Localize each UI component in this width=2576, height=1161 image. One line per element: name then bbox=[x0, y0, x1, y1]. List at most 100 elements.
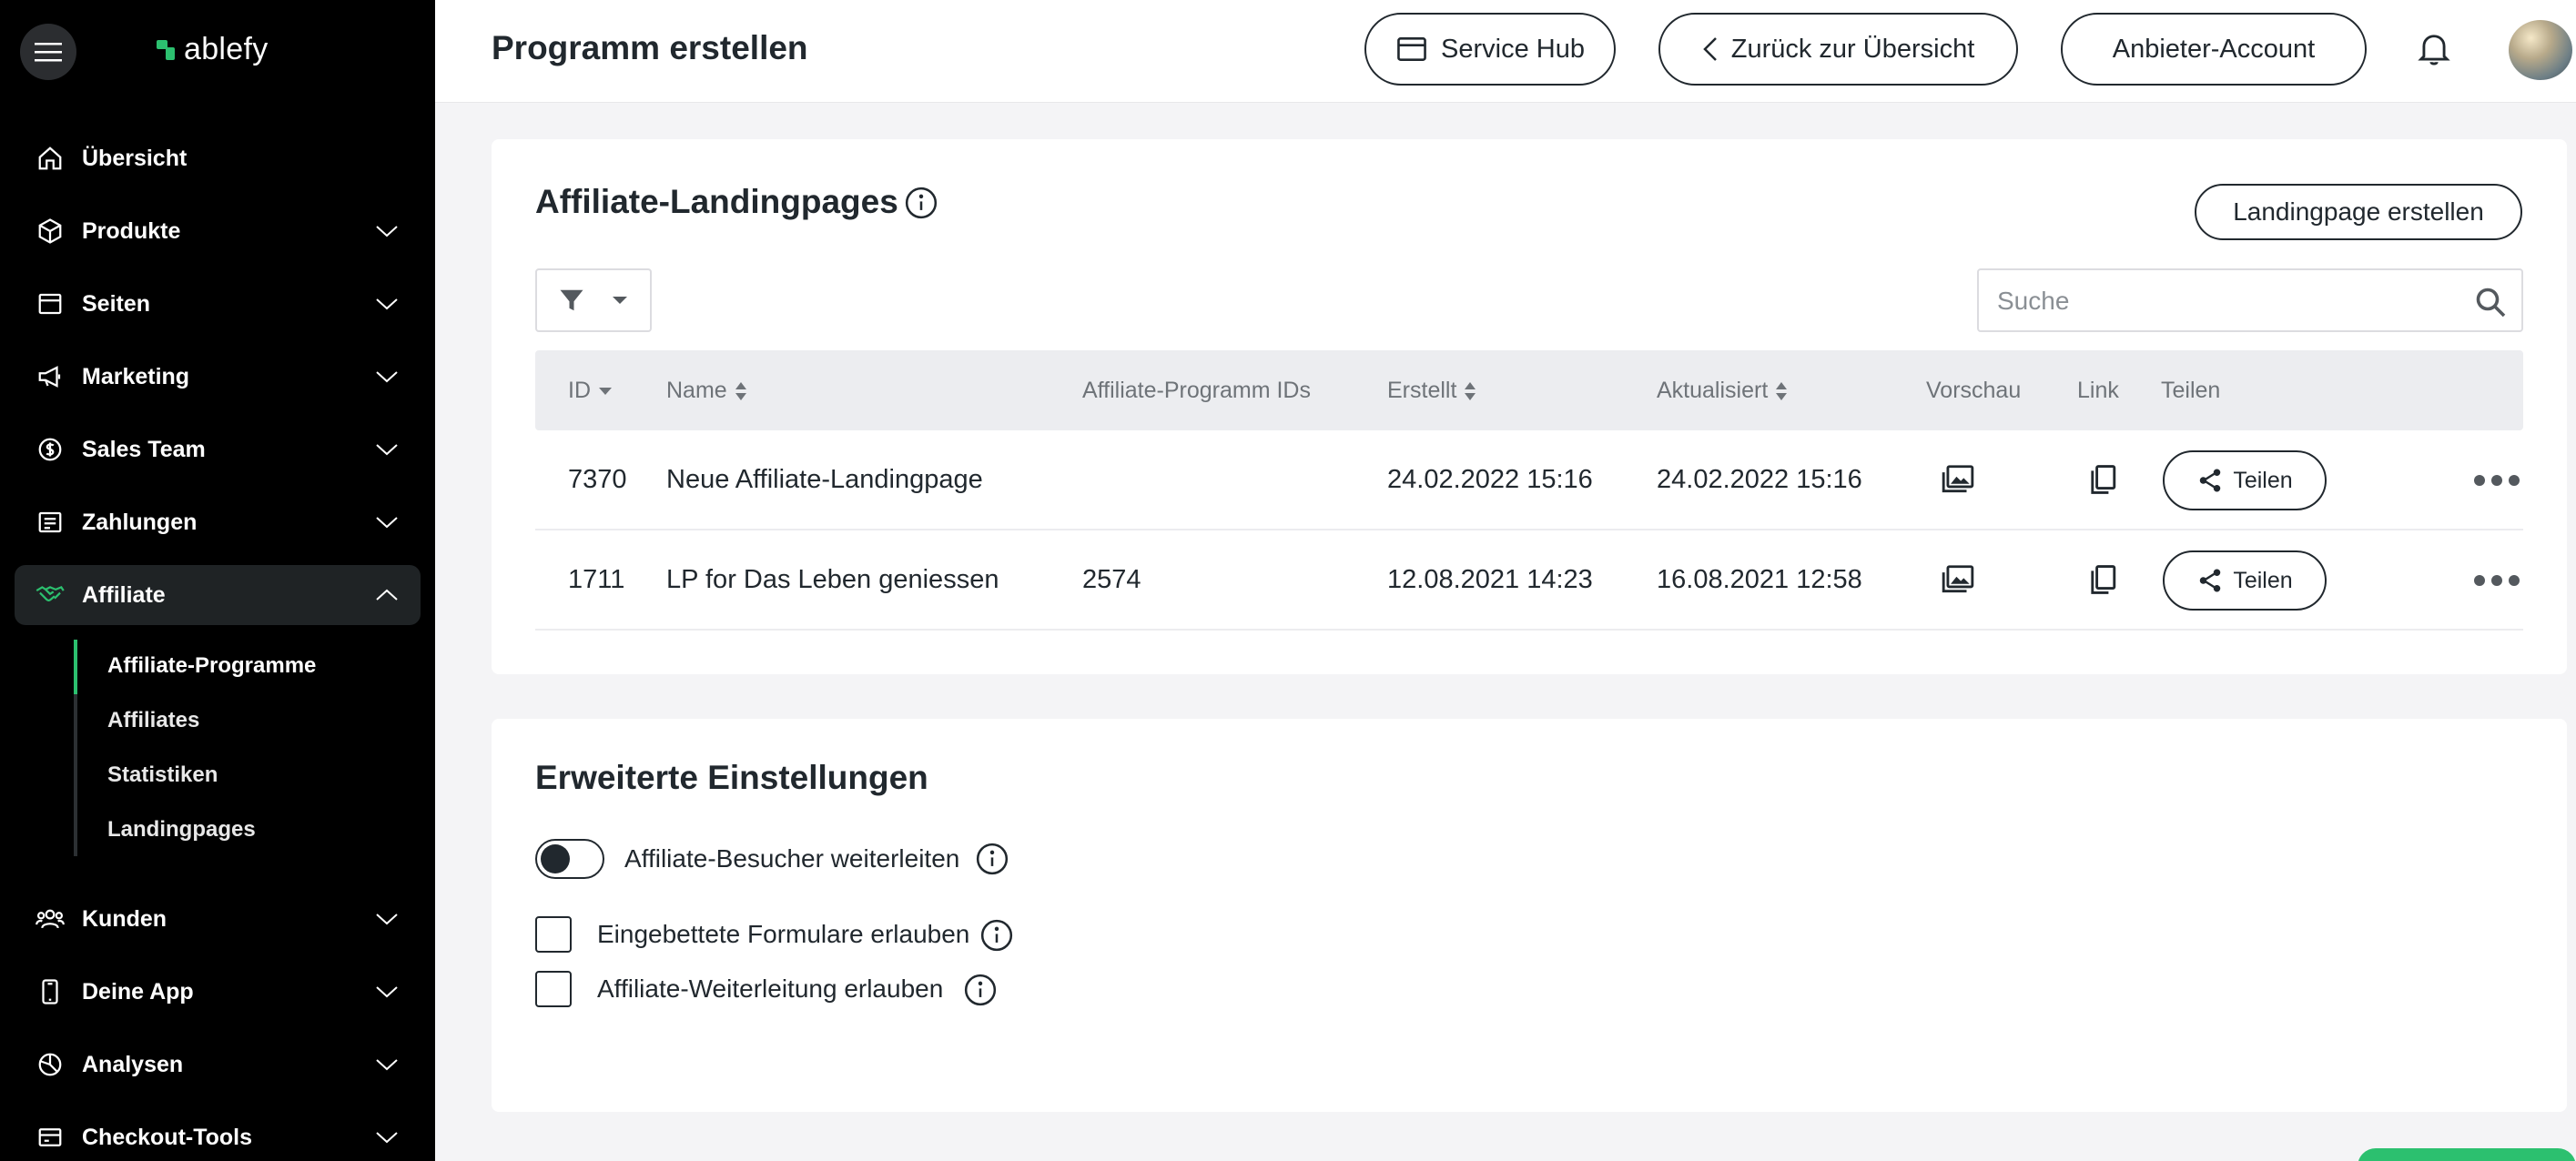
sidebar-item-label: Marketing bbox=[82, 363, 190, 389]
subnav-active-indicator bbox=[74, 640, 77, 694]
image-preview-icon[interactable] bbox=[1941, 563, 1975, 596]
sidebar-item-analysen[interactable]: Analysen bbox=[15, 1035, 421, 1095]
info-icon[interactable] bbox=[975, 842, 1009, 876]
cell-updated: 16.08.2021 12:58 bbox=[1657, 565, 1862, 594]
cell-created: 12.08.2021 14:23 bbox=[1387, 565, 1593, 594]
account-label: Anbieter-Account bbox=[2112, 34, 2316, 64]
bell-icon bbox=[2418, 35, 2450, 66]
column-updated-header[interactable]: Aktualisiert bbox=[1657, 378, 1788, 404]
subnav-item-affiliate-programme[interactable]: Affiliate-Programme bbox=[107, 653, 316, 679]
column-program-ids-header: Affiliate-Programm IDs bbox=[1082, 378, 1311, 404]
more-options-icon[interactable] bbox=[2474, 471, 2520, 490]
share-icon bbox=[2200, 469, 2221, 492]
column-created-header[interactable]: Erstellt bbox=[1387, 378, 1476, 404]
copy-link-icon[interactable] bbox=[2088, 463, 2117, 496]
service-hub-button[interactable]: Service Hub bbox=[1364, 13, 1616, 86]
more-options-icon[interactable] bbox=[2474, 571, 2520, 590]
logo[interactable]: ablefy bbox=[157, 32, 269, 67]
notifications-button[interactable] bbox=[2412, 27, 2456, 71]
chevron-left-icon bbox=[1702, 37, 1717, 61]
column-name-header[interactable]: Name bbox=[666, 378, 747, 404]
search-icon[interactable] bbox=[2474, 286, 2507, 318]
avatar[interactable] bbox=[2509, 20, 2572, 80]
sidebar-item-zahlungen[interactable]: Zahlungen bbox=[15, 492, 421, 552]
sidebar-item-uebersicht[interactable]: Übersicht bbox=[15, 128, 421, 188]
menu-toggle-button[interactable] bbox=[20, 24, 76, 80]
info-icon[interactable] bbox=[904, 186, 938, 220]
embedded-forms-checkbox[interactable] bbox=[535, 916, 572, 953]
column-id-header[interactable]: ID bbox=[568, 378, 613, 404]
sidebar-item-sales-team[interactable]: Sales Team bbox=[15, 419, 421, 480]
landingpages-title: Affiliate-Landingpages bbox=[535, 183, 898, 220]
sidebar-item-label: Kunden bbox=[82, 905, 167, 932]
receipt-icon bbox=[35, 507, 66, 538]
save-button[interactable] bbox=[2358, 1148, 2576, 1161]
column-link-header: Link bbox=[2077, 378, 2119, 404]
caret-down-icon bbox=[613, 297, 627, 304]
column-label: Affiliate-Programm IDs bbox=[1082, 378, 1311, 403]
column-label: ID bbox=[568, 378, 591, 403]
search-input[interactable] bbox=[1997, 283, 2452, 319]
sidebar-item-label: Checkout-Tools bbox=[82, 1124, 253, 1150]
chevron-down-icon bbox=[373, 509, 401, 536]
sidebar-item-produkte[interactable]: Produkte bbox=[15, 201, 421, 261]
back-to-overview-button[interactable]: Zurück zur Übersicht bbox=[1658, 13, 2018, 86]
redirect-visitors-toggle[interactable] bbox=[535, 839, 604, 879]
sort-desc-icon bbox=[599, 387, 612, 395]
page-title: Programm erstellen bbox=[492, 29, 808, 66]
chevron-down-icon bbox=[373, 217, 401, 245]
filter-icon bbox=[560, 289, 583, 311]
table-header: ID Name Affiliate-Programm IDs Erstellt … bbox=[535, 350, 2523, 430]
sidebar-item-kunden[interactable]: Kunden bbox=[15, 889, 421, 949]
service-hub-label: Service Hub bbox=[1441, 34, 1585, 64]
logo-text: ablefy bbox=[184, 32, 269, 66]
column-label: Name bbox=[666, 378, 727, 403]
image-preview-icon[interactable] bbox=[1941, 463, 1975, 496]
create-landingpage-button[interactable]: Landingpage erstellen bbox=[2195, 184, 2522, 240]
filter-dropdown[interactable] bbox=[535, 268, 652, 332]
subnav-item-landingpages[interactable]: Landingpages bbox=[107, 817, 256, 843]
chevron-down-icon bbox=[373, 978, 401, 1005]
sidebar: ablefy Übersicht Produkte Seiten Marketi… bbox=[0, 0, 435, 1161]
info-icon[interactable] bbox=[963, 973, 998, 1007]
toggle-knob bbox=[541, 844, 570, 873]
copy-link-icon[interactable] bbox=[2088, 563, 2117, 596]
cell-program-ids: 2574 bbox=[1082, 565, 1141, 594]
affiliate-redirect-label: Affiliate-Weiterleitung erlauben bbox=[597, 974, 944, 1003]
info-icon[interactable] bbox=[979, 918, 1014, 953]
column-label: Teilen bbox=[2161, 378, 2221, 403]
window-icon bbox=[1397, 37, 1426, 61]
cell-created: 24.02.2022 15:16 bbox=[1387, 465, 1593, 494]
sidebar-item-label: Affiliate bbox=[82, 581, 166, 608]
sort-icon bbox=[735, 381, 746, 400]
advanced-settings-title: Erweiterte Einstellungen bbox=[535, 759, 928, 796]
sidebar-item-label: Analysen bbox=[82, 1051, 184, 1077]
cell-name[interactable]: Neue Affiliate-Landingpage bbox=[666, 465, 983, 495]
subnav-item-affiliates[interactable]: Affiliates bbox=[107, 708, 199, 733]
users-icon bbox=[35, 904, 66, 934]
logo-mark-icon bbox=[157, 39, 175, 60]
column-label: Aktualisiert bbox=[1657, 378, 1769, 403]
sidebar-item-deine-app[interactable]: Deine App bbox=[15, 962, 421, 1022]
share-button[interactable]: Teilen bbox=[2163, 450, 2327, 510]
affiliate-redirect-checkbox[interactable] bbox=[535, 971, 572, 1007]
chevron-down-icon bbox=[373, 1051, 401, 1078]
column-label: Vorschau bbox=[1926, 378, 2022, 403]
phone-icon bbox=[35, 976, 66, 1007]
share-button[interactable]: Teilen bbox=[2163, 550, 2327, 611]
sidebar-item-affiliate[interactable]: Affiliate bbox=[15, 565, 421, 625]
cell-id: 7370 bbox=[568, 465, 627, 494]
provider-account-button[interactable]: Anbieter-Account bbox=[2061, 13, 2367, 86]
cell-name[interactable]: LP for Das Leben geniessen bbox=[666, 565, 999, 595]
sidebar-item-seiten[interactable]: Seiten bbox=[15, 274, 421, 334]
chevron-down-icon bbox=[373, 905, 401, 933]
chevron-down-icon bbox=[373, 1124, 401, 1151]
share-label: Teilen bbox=[2233, 467, 2293, 493]
sidebar-item-marketing[interactable]: Marketing bbox=[15, 347, 421, 407]
pie-chart-icon bbox=[35, 1049, 66, 1080]
sidebar-item-checkout-tools[interactable]: Checkout-Tools bbox=[15, 1107, 421, 1161]
table-row: 7370 Neue Affiliate-Landingpage 24.02.20… bbox=[535, 430, 2523, 530]
sidebar-item-label: Produkte bbox=[82, 217, 181, 244]
subnav-item-statistiken[interactable]: Statistiken bbox=[107, 762, 218, 788]
table-row: 1711 LP for Das Leben geniessen 2574 12.… bbox=[535, 530, 2523, 631]
